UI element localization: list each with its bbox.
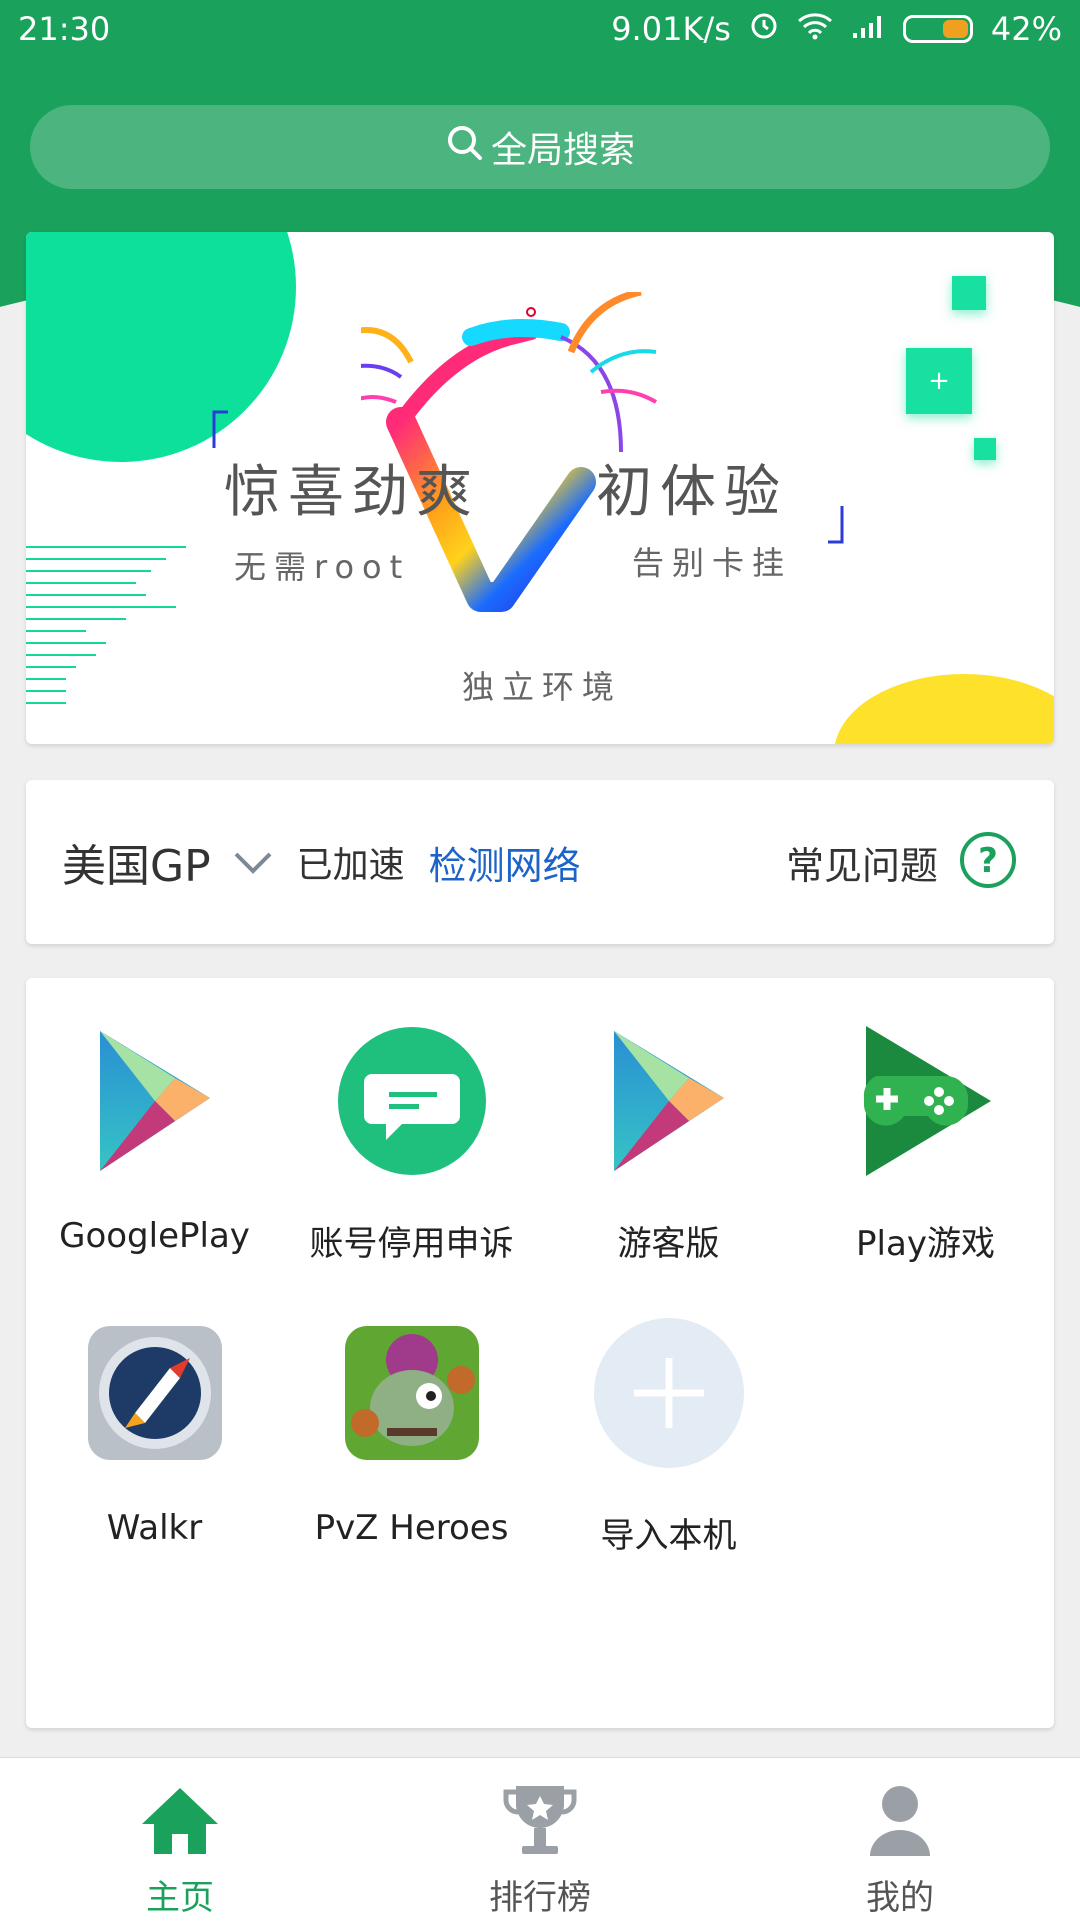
- tab-ranking[interactable]: 排行榜: [360, 1758, 720, 1919]
- google-play-icon: [594, 1026, 744, 1176]
- wifi-icon: [797, 10, 833, 48]
- region-selector[interactable]: 美国GP: [62, 830, 211, 894]
- chevron-down-icon[interactable]: [233, 851, 273, 879]
- import-local-app-button[interactable]: 导入本机: [540, 1318, 797, 1557]
- alarm-icon: [749, 10, 779, 48]
- tab-mine[interactable]: 我的: [720, 1758, 1080, 1919]
- app-label: 导入本机: [600, 1516, 737, 1556]
- app-label: PvZ Heroes: [314, 1508, 509, 1548]
- bracket-left: [212, 410, 228, 448]
- tab-label: 主页: [146, 1878, 214, 1918]
- chat-appeal-icon: [337, 1026, 487, 1176]
- user-icon: [850, 1776, 950, 1864]
- network-card: 美国GP 已加速 检测网络 常见问题 ?: [26, 780, 1054, 944]
- tab-label: 排行榜: [489, 1878, 591, 1918]
- app-account-appeal[interactable]: 账号停用申诉: [283, 1026, 540, 1265]
- banner-headline-right: 初体验: [596, 460, 788, 525]
- app-walkr[interactable]: Walkr: [26, 1318, 283, 1548]
- help-icon[interactable]: ?: [958, 830, 1018, 894]
- app-label: 游客版: [617, 1224, 720, 1264]
- plus-icon: [593, 1318, 744, 1468]
- status-bar: 21:30 9.01K/s 42%: [0, 0, 1080, 60]
- home-icon: [130, 1776, 230, 1864]
- tab-home[interactable]: 主页: [0, 1758, 360, 1919]
- accelerated-status: 已加速: [296, 845, 405, 886]
- banner-tag-left: 无需root: [234, 548, 411, 586]
- signal-icon: [851, 10, 885, 48]
- app-label: Walkr: [106, 1508, 203, 1548]
- app-label: Play游戏: [856, 1224, 995, 1264]
- battery-percent: 42%: [990, 10, 1062, 48]
- battery-icon: [902, 15, 973, 43]
- check-network-link[interactable]: 检测网络: [429, 835, 581, 890]
- play-games-icon: [851, 1026, 1001, 1176]
- app-grid: GooglePlay 账号停用申诉 游客版 Play游戏 Walkr PvZ H…: [26, 978, 1054, 1728]
- help-icon-glyph: ?: [978, 841, 998, 881]
- banner-tag-right: 告别卡挂: [632, 544, 793, 582]
- google-play-icon: [80, 1026, 230, 1176]
- search-label: 全局搜索: [490, 130, 635, 171]
- faq-link[interactable]: 常见问题: [786, 835, 938, 890]
- trophy-icon: [490, 1776, 590, 1864]
- promo-banner[interactable]: + 惊喜劲爽 初体验 无需root 告别卡挂 独立环境: [26, 232, 1054, 744]
- banner-tag-bottom: 独立环境: [462, 668, 623, 706]
- app-guest-version[interactable]: 游客版: [540, 1026, 797, 1265]
- bracket-right: [828, 506, 844, 544]
- decor-green-circle: [26, 232, 296, 462]
- app-play-games[interactable]: Play游戏: [797, 1026, 1054, 1265]
- decor-square: [952, 276, 986, 310]
- decor-plus-square: +: [906, 348, 972, 414]
- decor-square-small: [974, 438, 996, 460]
- decor-yellow-circle: [834, 674, 1054, 744]
- pvz-heroes-icon: [337, 1318, 487, 1468]
- search-icon: [445, 123, 491, 172]
- network-speed: 9.01K/s: [611, 10, 731, 48]
- bottom-tab-bar: 主页 排行榜 我的: [0, 1757, 1080, 1921]
- app-label: GooglePlay: [59, 1216, 250, 1256]
- app-label: 账号停用申诉: [309, 1224, 514, 1264]
- tab-label: 我的: [866, 1878, 934, 1918]
- walkr-rocket-icon: [80, 1318, 230, 1468]
- app-pvz-heroes[interactable]: PvZ Heroes: [283, 1318, 540, 1548]
- global-search-bar[interactable]: 全局搜索: [30, 105, 1050, 189]
- banner-headline-left: 惊喜劲爽: [224, 460, 480, 525]
- app-googleplay[interactable]: GooglePlay: [26, 1026, 283, 1256]
- status-time: 21:30: [18, 10, 111, 48]
